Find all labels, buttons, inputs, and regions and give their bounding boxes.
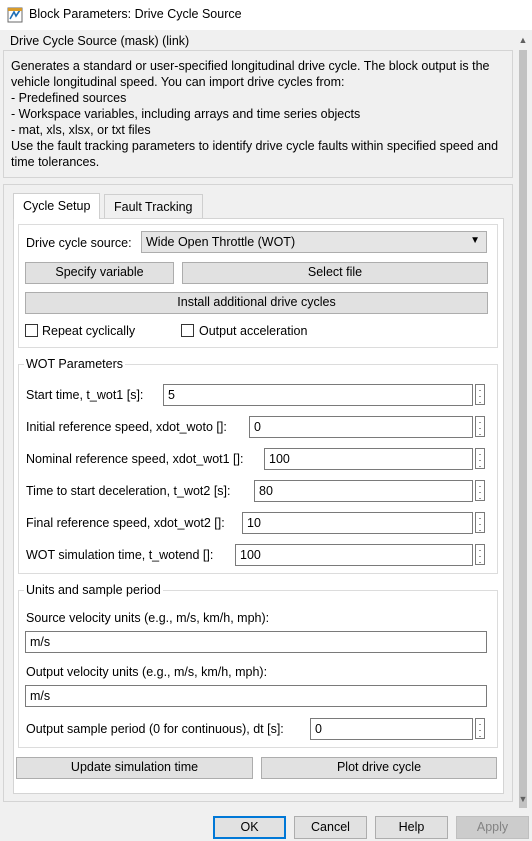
nominal-speed-input[interactable]: 100	[264, 448, 473, 470]
scroll-down-arrow-icon[interactable]: ▼	[517, 793, 529, 805]
drive-cycle-source-label: Drive cycle source:	[26, 236, 132, 250]
wot-parameters-title: WOT Parameters	[24, 357, 126, 371]
repeat-cyclically-label: Repeat cyclically	[42, 324, 136, 338]
units-group-title: Units and sample period	[24, 583, 163, 597]
param-label-final-speed: Final reference speed, xdot_wot2 []:	[26, 516, 225, 530]
apply-button[interactable]: Apply	[456, 816, 529, 839]
title-bar: Block Parameters: Drive Cycle Source	[0, 0, 532, 30]
start-time-input[interactable]: 5	[163, 384, 473, 406]
drive-cycle-source-select[interactable]: Wide Open Throttle (WOT) ▼	[141, 231, 487, 253]
param-label-sim-time: WOT simulation time, t_wotend []:	[26, 548, 214, 562]
vertical-ellipsis-icon[interactable]: · · ·	[475, 448, 485, 471]
dropdown-caret-icon: ▼	[470, 235, 480, 246]
vertical-ellipsis-icon[interactable]: · · ·	[475, 384, 485, 407]
scroll-thumb[interactable]	[519, 50, 527, 808]
source-units-input[interactable]: m/s	[25, 631, 487, 653]
output-acceleration-checkbox[interactable]	[181, 324, 194, 337]
param-label-decel-time: Time to start deceleration, t_wot2 [s]:	[26, 484, 231, 498]
mask-header: Drive Cycle Source (mask) (link)	[10, 34, 190, 48]
vertical-ellipsis-icon[interactable]: · · ·	[475, 544, 485, 567]
scroll-up-arrow-icon[interactable]: ▲	[517, 34, 529, 46]
specify-variable-button[interactable]: Specify variable	[25, 262, 174, 284]
ok-button[interactable]: OK	[213, 816, 286, 839]
output-acceleration-label: Output acceleration	[199, 324, 308, 338]
help-button[interactable]: Help	[375, 816, 448, 839]
sample-period-label: Output sample period (0 for continuous),…	[26, 722, 284, 736]
source-units-label: Source velocity units (e.g., m/s, km/h, …	[26, 611, 270, 625]
vertical-ellipsis-icon[interactable]: · · ·	[475, 480, 485, 503]
description-text: Generates a standard or user-specified l…	[11, 59, 499, 169]
vertical-ellipsis-icon[interactable]: · · ·	[475, 718, 485, 741]
vertical-ellipsis-icon[interactable]: · · ·	[475, 416, 485, 439]
cancel-button[interactable]: Cancel	[294, 816, 367, 839]
vertical-scrollbar[interactable]: ▲ ▼	[514, 32, 532, 808]
sample-period-input[interactable]: 0	[310, 718, 473, 740]
window-title: Block Parameters: Drive Cycle Source	[29, 7, 242, 21]
drive-cycle-source-value: Wide Open Throttle (WOT)	[146, 235, 296, 249]
tab-cycle-setup[interactable]: Cycle Setup	[13, 193, 101, 219]
param-label-nominal-speed: Nominal reference speed, xdot_wot1 []:	[26, 452, 244, 466]
description-box: Generates a standard or user-specified l…	[3, 50, 513, 178]
tab-fault-tracking[interactable]: Fault Tracking	[104, 194, 203, 218]
param-label-start-time: Start time, t_wot1 [s]:	[26, 388, 144, 402]
decel-time-input[interactable]: 80	[254, 480, 473, 502]
output-units-input[interactable]: m/s	[25, 685, 487, 707]
initial-speed-input[interactable]: 0	[249, 416, 473, 438]
plot-drive-cycle-button[interactable]: Plot drive cycle	[261, 757, 497, 779]
sim-time-input[interactable]: 100	[235, 544, 473, 566]
install-drive-cycles-button[interactable]: Install additional drive cycles	[25, 292, 488, 314]
select-file-button[interactable]: Select file	[182, 262, 488, 284]
output-units-label: Output velocity units (e.g., m/s, km/h, …	[26, 665, 268, 679]
simulink-block-icon	[7, 7, 23, 23]
repeat-cyclically-checkbox[interactable]	[25, 324, 38, 337]
param-label-initial-speed: Initial reference speed, xdot_woto []:	[26, 420, 227, 434]
update-simulation-time-button[interactable]: Update simulation time	[16, 757, 253, 779]
final-speed-input[interactable]: 10	[242, 512, 473, 534]
vertical-ellipsis-icon[interactable]: · · ·	[475, 512, 485, 535]
